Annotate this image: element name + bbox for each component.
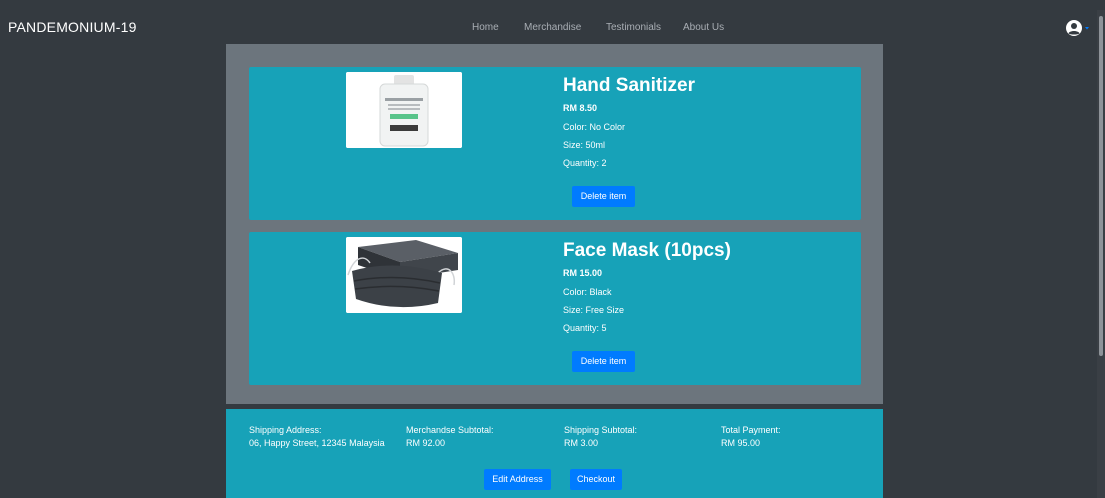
page-scrollbar[interactable] [1097, 10, 1105, 498]
user-circle-icon [1066, 20, 1082, 36]
caret-down-icon [1085, 27, 1089, 30]
scrollbar-thumb[interactable] [1099, 16, 1103, 356]
order-summary: Shipping Address: 06, Happy Street, 1234… [226, 409, 883, 498]
nav-links: Home Merchandise Testimonials About Us [0, 22, 1105, 36]
nav-testimonials[interactable]: Testimonials [606, 22, 661, 33]
total-payment-value: RM 95.00 [721, 438, 761, 448]
item-size: Size: 50ml [563, 140, 606, 150]
cart-item-face-mask: Face Mask (10pcs) RM 15.00 Color: Black … [249, 232, 861, 385]
cart-item-hand-sanitizer: Hand Sanitizer RM 8.50 Color: No Color S… [249, 67, 861, 220]
nav-merchandise[interactable]: Merchandise [524, 22, 581, 33]
merchandise-subtotal-block: Merchandse Subtotal: RM 92.00 [406, 424, 494, 450]
merchandise-subtotal-value: RM 92.00 [406, 438, 446, 448]
item-info: Hand Sanitizer RM 8.50 Color: No Color S… [563, 74, 853, 168]
shipping-address-label: Shipping Address: [249, 425, 322, 435]
item-price: RM 15.00 [563, 268, 603, 278]
item-color: Color: No Color [563, 122, 626, 132]
user-menu-toggle[interactable] [1065, 19, 1091, 37]
product-image-face-mask [346, 237, 462, 313]
shipping-subtotal-label: Shipping Subtotal: [564, 425, 638, 435]
item-quantity: Quantity: 2 [563, 158, 607, 168]
merchandise-subtotal-label: Merchandse Subtotal: [406, 425, 494, 435]
nav-home[interactable]: Home [472, 22, 499, 33]
shipping-subtotal-value: RM 3.00 [564, 438, 599, 448]
total-payment-block: Total Payment: RM 95.00 [721, 424, 781, 450]
total-payment-label: Total Payment: [721, 425, 781, 435]
shipping-subtotal-block: Shipping Subtotal: RM 3.00 [564, 424, 637, 450]
shipping-address-block: Shipping Address: 06, Happy Street, 1234… [249, 424, 385, 450]
shipping-address-value: 06, Happy Street, 12345 Malaysia [249, 438, 385, 448]
item-price: RM 8.50 [563, 103, 598, 113]
nav-about-us[interactable]: About Us [683, 22, 724, 33]
edit-address-button[interactable]: Edit Address [484, 469, 551, 490]
item-color: Color: Black [563, 287, 612, 297]
item-name: Face Mask (10pcs) [563, 240, 731, 261]
item-size: Size: Free Size [563, 305, 625, 315]
delete-item-button[interactable]: Delete item [572, 351, 635, 372]
item-info: Face Mask (10pcs) RM 15.00 Color: Black … [563, 239, 853, 333]
cart-panel: Hand Sanitizer RM 8.50 Color: No Color S… [226, 44, 883, 404]
delete-item-button[interactable]: Delete item [572, 186, 635, 207]
item-quantity: Quantity: 5 [563, 323, 607, 333]
item-name: Hand Sanitizer [563, 75, 695, 96]
product-image-hand-sanitizer [346, 72, 462, 148]
checkout-button[interactable]: Checkout [570, 469, 622, 490]
